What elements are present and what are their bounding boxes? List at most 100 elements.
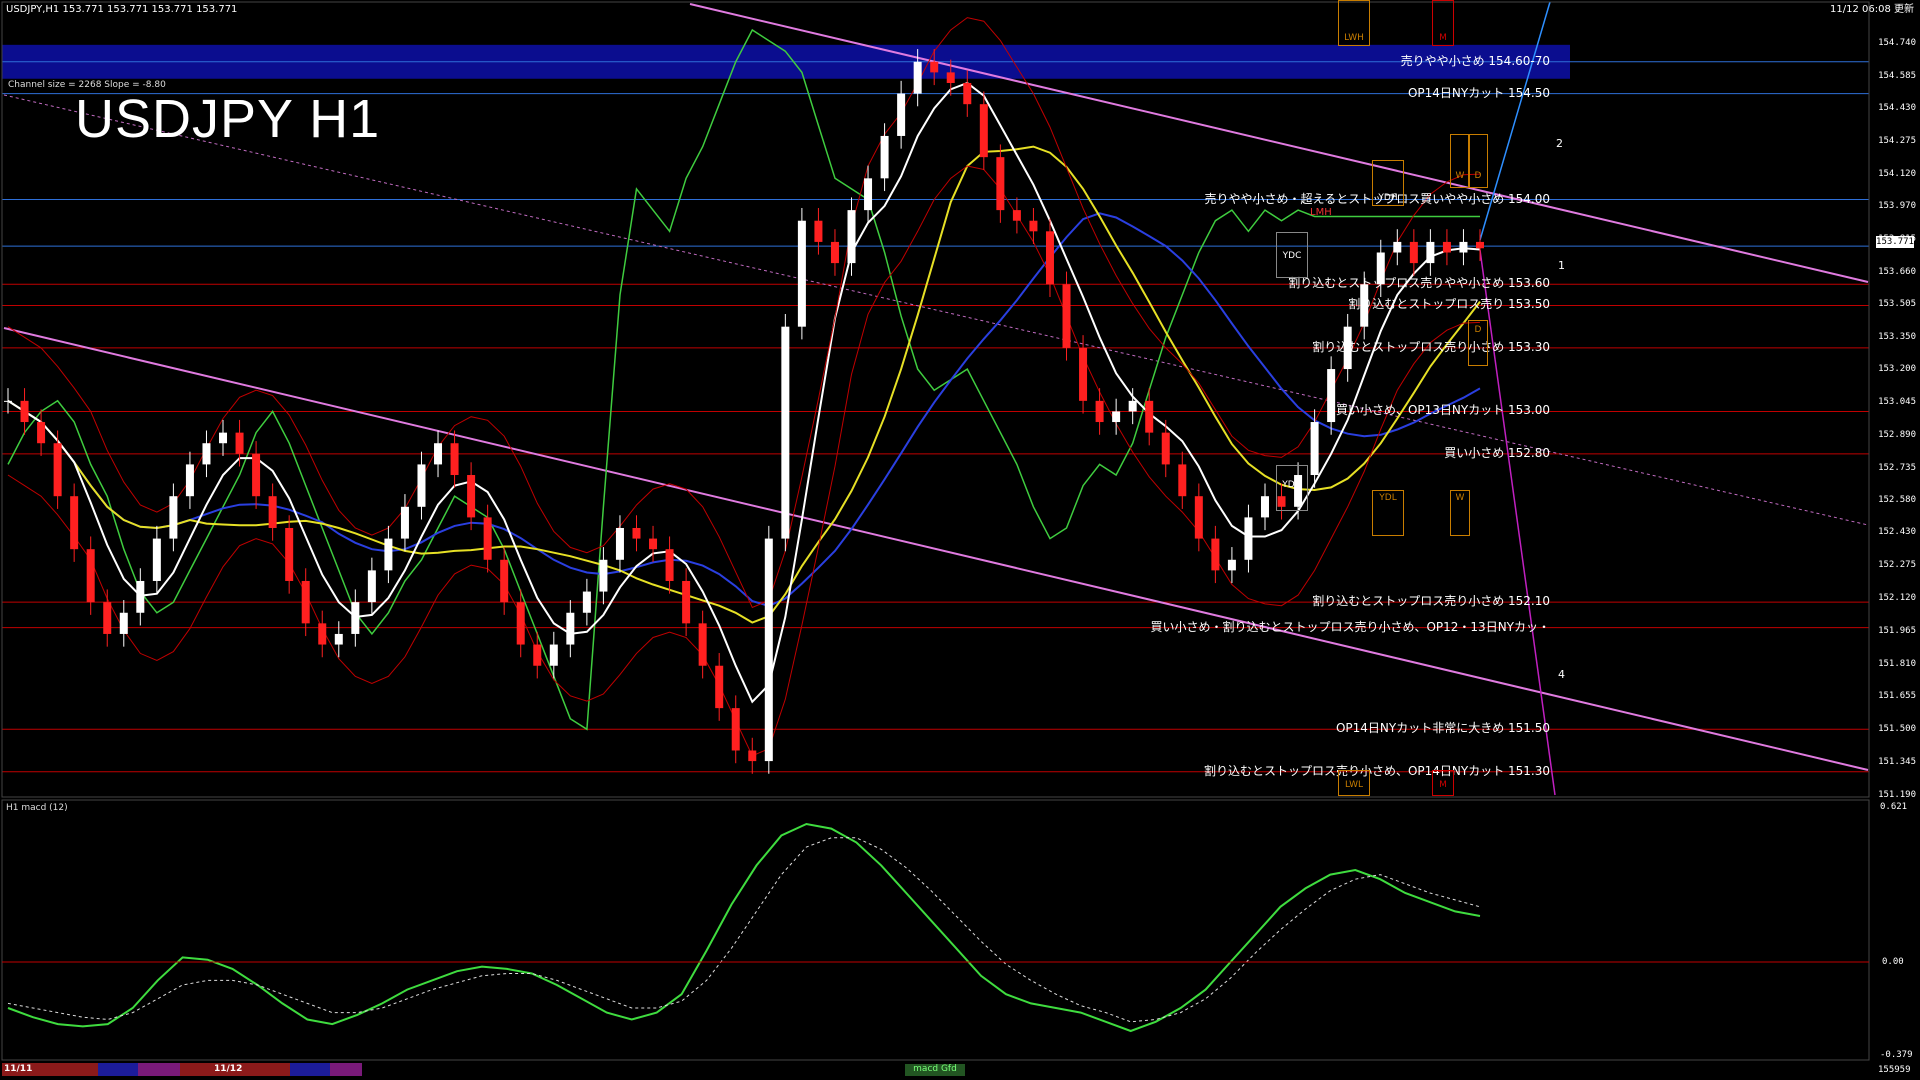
candle-body xyxy=(930,61,939,73)
level-annotation: 割り込むとストップロス売りやや小さめ 153.60 xyxy=(1288,276,1550,291)
candle-body xyxy=(1260,496,1269,518)
time-strip-b xyxy=(98,1063,138,1076)
candle-body xyxy=(615,527,624,560)
price-tick: 152.890 xyxy=(1878,429,1916,440)
candle-body xyxy=(946,72,955,83)
level-annotation: 割り込むとストップロス売り 153.50 xyxy=(1348,297,1550,312)
box-lwh: LWH xyxy=(1338,0,1370,46)
candle-body xyxy=(566,612,575,645)
macd-tick-zero: 0.00 xyxy=(1882,957,1904,967)
macd-tick-bottom: -0.379 xyxy=(1880,1050,1913,1060)
candle-body xyxy=(450,443,459,476)
candle-body xyxy=(682,580,691,624)
candle-body xyxy=(235,432,244,454)
price-tick: 154.430 xyxy=(1878,103,1916,114)
price-tick: 151.345 xyxy=(1878,757,1916,768)
price-tick: 152.430 xyxy=(1878,527,1916,538)
box-w2: W xyxy=(1450,490,1470,536)
candle-body xyxy=(764,538,773,762)
channel-middle xyxy=(3,94,1869,526)
projection-down xyxy=(1479,249,1556,796)
price-chart[interactable] xyxy=(0,0,1920,1080)
chart-title: USDJPY H1 xyxy=(75,89,381,149)
price-tick: 151.190 xyxy=(1878,790,1916,800)
box-d2: D xyxy=(1468,320,1488,366)
candle-body xyxy=(880,135,889,179)
price-tick: 153.045 xyxy=(1878,396,1916,407)
candle-body xyxy=(1211,538,1220,571)
candle-body xyxy=(649,538,658,550)
level-annotation: 買い小さめ、OP13日NYカット 153.00 xyxy=(1335,403,1550,418)
time-label-1112: 11/12 xyxy=(214,1064,243,1074)
channel-lower xyxy=(3,327,1869,771)
candle-body xyxy=(384,538,393,571)
candle-body xyxy=(1310,422,1319,476)
box-lwl: LWL xyxy=(1338,770,1370,796)
price-tick: 151.965 xyxy=(1878,625,1916,636)
price-tick: 153.660 xyxy=(1878,266,1916,277)
box-ydh: YDH xyxy=(1372,160,1404,206)
candle-body xyxy=(1045,231,1054,285)
candle-body xyxy=(1244,517,1253,560)
candle-body xyxy=(1327,369,1336,423)
candle-body xyxy=(202,443,211,465)
candle-body xyxy=(1227,559,1236,571)
candle-body xyxy=(731,708,740,751)
candle-body xyxy=(830,241,839,264)
candle-body xyxy=(814,220,823,242)
candle-body xyxy=(268,496,277,528)
candle-body xyxy=(103,602,112,634)
macd-panel-label: H1 macd (12) xyxy=(6,803,68,813)
candle-body xyxy=(533,644,542,666)
candle-body xyxy=(86,549,95,603)
price-tick: 152.120 xyxy=(1878,592,1916,603)
channel-number-2: 2 xyxy=(1556,137,1563,150)
candle-body xyxy=(1095,400,1104,423)
candle-body xyxy=(4,400,12,402)
candle-body xyxy=(1409,241,1418,264)
candle-body xyxy=(1029,220,1038,232)
price-tick: 152.580 xyxy=(1878,495,1916,506)
ma-blue-line xyxy=(7,212,1481,607)
price-tick: 153.970 xyxy=(1878,200,1916,211)
candle-body xyxy=(748,750,757,762)
candle-body xyxy=(1442,241,1451,253)
candle-body xyxy=(367,570,376,603)
level-annotation: 割り込むとストップロス売り小さめ、OP14日NYカット 151.30 xyxy=(1203,763,1550,778)
candle-body xyxy=(334,633,343,645)
candle-body xyxy=(1178,464,1187,497)
price-tick: 151.810 xyxy=(1878,658,1916,669)
candle-body xyxy=(119,612,128,634)
candle-body xyxy=(632,527,641,539)
candle-body xyxy=(781,326,790,539)
price-tick: 151.655 xyxy=(1878,691,1916,702)
level-annotation: OP14日NYカット 154.50 xyxy=(1407,85,1550,100)
candle-body xyxy=(169,496,178,539)
channel-number-4: 4 xyxy=(1558,668,1565,681)
price-tick: 152.735 xyxy=(1878,462,1916,473)
candle-body xyxy=(979,104,988,158)
candle-body xyxy=(1079,347,1088,401)
box-ydc: YDC xyxy=(1276,232,1308,278)
candle-body xyxy=(136,580,145,613)
indicator-tab[interactable]: macd Gfd xyxy=(905,1064,965,1076)
price-tick: 153.350 xyxy=(1878,332,1916,343)
chart-window[interactable]: USDJPY,H1 153.771 153.771 153.771 153.77… xyxy=(0,0,1920,1080)
level-annotation: 割り込むとストップロス売り小さめ 152.10 xyxy=(1312,594,1550,609)
candle-body xyxy=(351,602,360,634)
candle-body xyxy=(516,602,525,645)
price-tick: 151.500 xyxy=(1878,724,1916,735)
candle-body xyxy=(1393,241,1402,253)
candle-body xyxy=(1459,241,1468,253)
candle-body xyxy=(301,580,310,624)
level-annotation: 売りやや小さめ 154.60-70 xyxy=(1400,53,1550,68)
box-ydo: YDO xyxy=(1276,465,1308,511)
macd-plot xyxy=(7,822,1481,1033)
time-strip-f xyxy=(330,1063,362,1076)
candle-body xyxy=(549,644,558,666)
box-lml: M xyxy=(1432,770,1454,796)
candle-body xyxy=(467,475,476,518)
candle-body xyxy=(913,61,922,94)
candle-body xyxy=(996,157,1005,211)
time-strip-e xyxy=(290,1063,330,1076)
